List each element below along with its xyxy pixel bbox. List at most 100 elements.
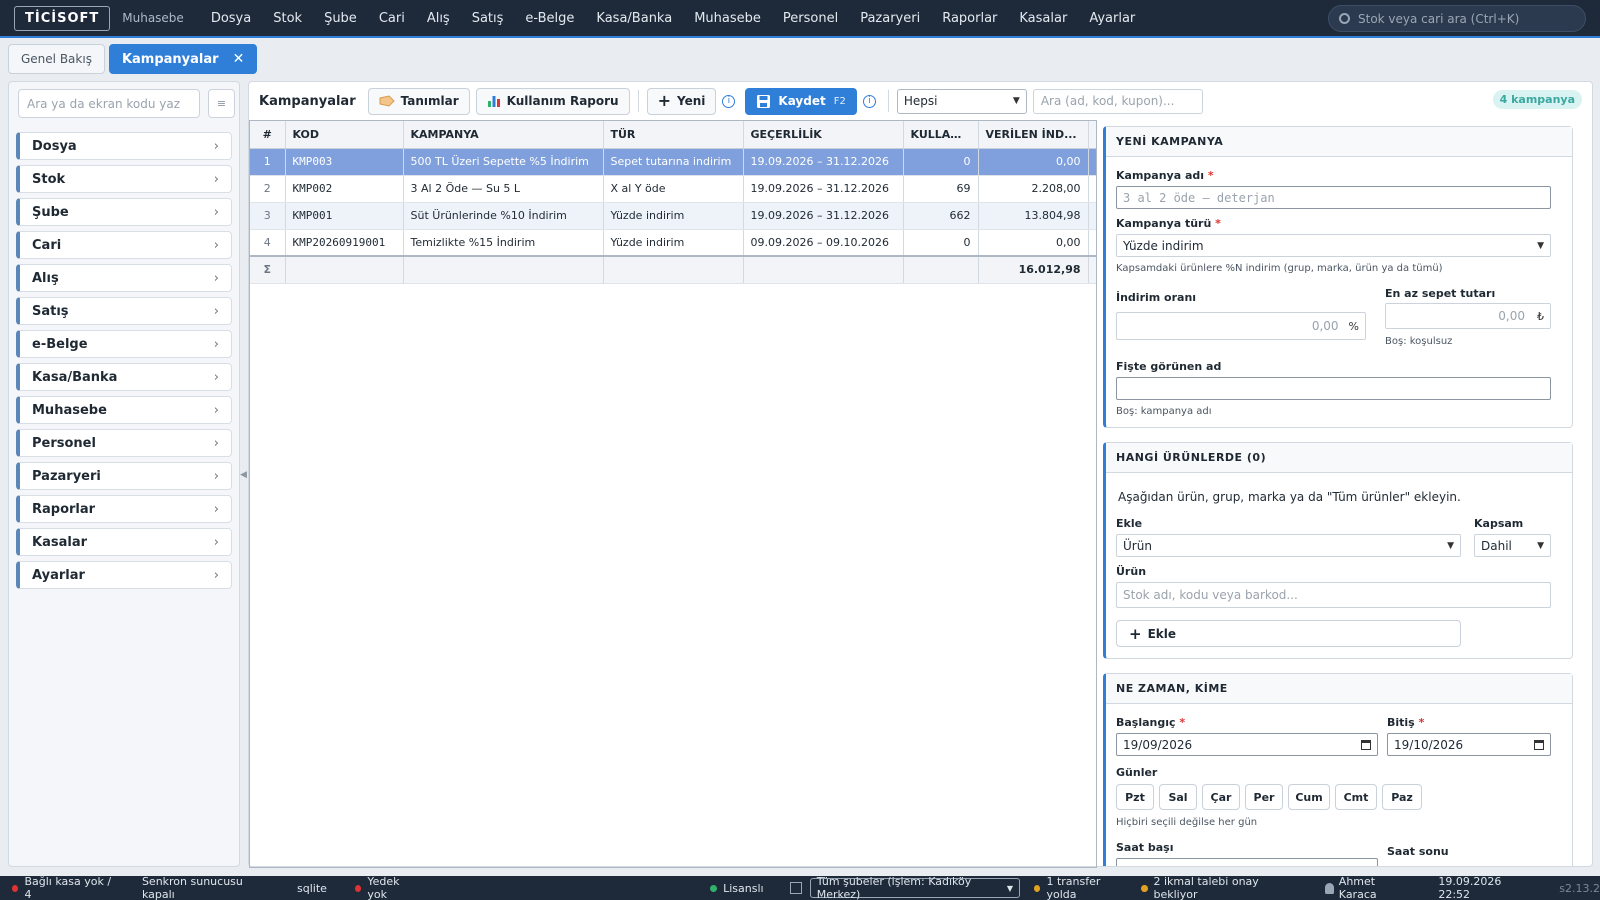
status-bar: Bağlı kasa yok / 4 Senkron sunucusu kapa…: [0, 875, 1600, 900]
discount-rate-input[interactable]: 0,00%: [1116, 312, 1366, 340]
add-type-select[interactable]: Ürün ▼: [1116, 534, 1461, 557]
day-toggle-pzt[interactable]: Pzt: [1116, 784, 1154, 810]
sidebar-item-personel[interactable]: Personel ›: [16, 429, 232, 457]
brand-logo[interactable]: TİCİSOFT: [14, 5, 111, 31]
min-basket-label: En az sepet tutarı: [1385, 287, 1496, 300]
receipt-name-input[interactable]: [1116, 377, 1551, 400]
global-search-placeholder: Stok veya cari ara (Ctrl+K): [1358, 11, 1520, 26]
scope-select[interactable]: Dahil ▼: [1474, 534, 1551, 557]
day-toggle-car[interactable]: Çar: [1202, 784, 1240, 810]
plus-icon: +: [657, 91, 671, 110]
definitions-button[interactable]: Tanımlar: [367, 87, 470, 115]
column-header-status[interactable]: DU: [1088, 121, 1096, 149]
branch-select[interactable]: Tüm şubeler (işlem: Kadıköy Merkez) ▼: [809, 875, 1020, 900]
sidebar-item-sube[interactable]: Şube ›: [16, 198, 232, 226]
new-button[interactable]: + Yeni: [646, 87, 717, 115]
info-icon[interactable]: i: [722, 94, 736, 108]
supply-status[interactable]: 2 ikmal talebi onay bekliyor: [1141, 875, 1295, 900]
top-menu-kasa-banka[interactable]: Kasa/Banka: [585, 11, 683, 26]
top-menu-alis[interactable]: Alış: [416, 11, 461, 26]
sidebar-item-ebelge[interactable]: e-Belge ›: [16, 330, 232, 358]
day-toggle-paz[interactable]: Paz: [1382, 784, 1422, 810]
transfer-status[interactable]: 1 transfer yolda: [1034, 875, 1127, 900]
tab-kampanyalar[interactable]: Kampanyalar ✕: [108, 44, 258, 74]
list-icon[interactable]: ≡: [208, 89, 235, 118]
day-toggle-cum[interactable]: Cum: [1288, 784, 1330, 810]
usage-report-button[interactable]: Kullanım Raporu: [475, 87, 630, 115]
top-menu-muhasebe[interactable]: Muhasebe: [683, 11, 772, 26]
sidebar-item-pazaryeri[interactable]: Pazaryeri ›: [16, 462, 232, 490]
tab-genel-bakis[interactable]: Genel Bakış: [8, 44, 105, 74]
status-filter-select[interactable]: Hepsi ▼: [896, 88, 1027, 114]
table-row[interactable]: 1 KMP003 500 TL Üzeri Sepette %5 İndirim…: [250, 148, 1096, 176]
sidebar-search-input[interactable]: Ara ya da ekran kodu yaz: [18, 89, 200, 118]
column-header-validity[interactable]: GEÇERLİLİK: [743, 121, 904, 149]
table-row[interactable]: 2 KMP002 3 Al 2 Öde — Su 5 L X al Y öde …: [250, 175, 1096, 203]
sidebar-item-satis[interactable]: Satış ›: [16, 297, 232, 325]
campaign-type-select[interactable]: Yüzde indirim ▼: [1116, 234, 1551, 257]
table-row[interactable]: 4 KMP20260919001 Temizlikte %15 İndirim …: [250, 229, 1096, 257]
product-search-input[interactable]: Stok adı, kodu veya barkod...: [1116, 582, 1551, 608]
db-status: sqlite: [297, 881, 327, 895]
min-basket-input[interactable]: 0,00 ₺: [1385, 303, 1551, 329]
end-date-input[interactable]: 19/10/2026: [1387, 733, 1551, 756]
collapse-sidebar-icon[interactable]: ◀: [240, 470, 247, 480]
row-code: KMP002: [285, 175, 404, 203]
sidebar-item-alis[interactable]: Alış ›: [16, 264, 232, 292]
chevron-down-icon: ▼: [1006, 883, 1013, 893]
sidebar-item-kasalar[interactable]: Kasalar ›: [16, 528, 232, 556]
time-start-input[interactable]: [1116, 858, 1378, 866]
calendar-icon[interactable]: [1534, 739, 1544, 750]
close-icon[interactable]: ✕: [233, 51, 245, 67]
day-toggle-sal[interactable]: Sal: [1159, 784, 1197, 810]
top-menu-raporlar[interactable]: Raporlar: [931, 11, 1008, 26]
row-type: Yüzde indirim: [603, 202, 744, 230]
top-menu-satis[interactable]: Satış: [461, 11, 515, 26]
top-menu-personel[interactable]: Personel: [772, 11, 849, 26]
campaign-type-label: Kampanya türü: [1116, 217, 1212, 230]
sidebar-item-dosya[interactable]: Dosya ›: [16, 132, 232, 160]
column-header-usage[interactable]: KULLAN...: [903, 121, 979, 149]
sidebar-item-ayarlar[interactable]: Ayarlar ›: [16, 561, 232, 589]
campaign-search-input[interactable]: Ara (ad, kod, kupon)...: [1032, 88, 1203, 114]
toolbar-divider: [637, 90, 639, 112]
row-discount: 2.208,00: [978, 175, 1089, 203]
info-icon[interactable]: i: [862, 94, 876, 108]
start-date-input[interactable]: 19/09/2026: [1116, 733, 1378, 756]
row-status: [1088, 175, 1096, 203]
top-menu-kasalar[interactable]: Kasalar: [1008, 11, 1078, 26]
status-badge: [1095, 180, 1096, 194]
column-header-code[interactable]: KOD: [285, 121, 404, 149]
sidebar-item-raporlar[interactable]: Raporlar ›: [16, 495, 232, 523]
sidebar-item-muhasebe[interactable]: Muhasebe ›: [16, 396, 232, 424]
chevron-right-icon: ›: [213, 468, 219, 484]
top-menu-cari[interactable]: Cari: [368, 11, 416, 26]
sidebar-item-cari[interactable]: Cari ›: [16, 231, 232, 259]
row-status: [1088, 229, 1096, 257]
top-menu-stok[interactable]: Stok: [262, 11, 313, 26]
sidebar-item-label: Muhasebe: [32, 402, 107, 418]
top-menu-pazaryeri[interactable]: Pazaryeri: [849, 11, 931, 26]
add-product-button[interactable]: + Ekle: [1116, 620, 1461, 647]
top-menu-ebelge[interactable]: e-Belge: [514, 11, 585, 26]
column-header-index[interactable]: #: [250, 121, 286, 149]
chevron-right-icon: ›: [213, 138, 219, 154]
table-row[interactable]: 3 KMP001 Süt Ürünlerinde %10 İndirim Yüz…: [250, 202, 1096, 230]
campaign-name-input[interactable]: 3 al 2 öde — deterjan: [1116, 186, 1551, 209]
user-status[interactable]: Ahmet Karaca: [1324, 875, 1411, 900]
top-menu-dosya[interactable]: Dosya: [200, 11, 262, 26]
ok-dot-icon: [710, 884, 718, 892]
day-toggle-per[interactable]: Per: [1245, 784, 1283, 810]
day-toggle-cmt[interactable]: Cmt: [1335, 784, 1377, 810]
column-header-discount[interactable]: VERİLEN İND...: [978, 121, 1089, 149]
column-header-type[interactable]: TÜR: [603, 121, 744, 149]
calendar-icon[interactable]: [1361, 739, 1371, 750]
top-menu-sube[interactable]: Şube: [313, 11, 368, 26]
sidebar-item-stok[interactable]: Stok ›: [16, 165, 232, 193]
sidebar-item-kasa-banka[interactable]: Kasa/Banka ›: [16, 363, 232, 391]
top-menu-ayarlar[interactable]: Ayarlar: [1078, 11, 1146, 26]
column-header-campaign[interactable]: KAMPANYA: [403, 121, 604, 149]
save-button[interactable]: Kaydet F2: [745, 87, 857, 115]
global-search-input[interactable]: Stok veya cari ara (Ctrl+K): [1328, 5, 1586, 32]
chevron-down-icon: ▼: [1012, 96, 1020, 106]
